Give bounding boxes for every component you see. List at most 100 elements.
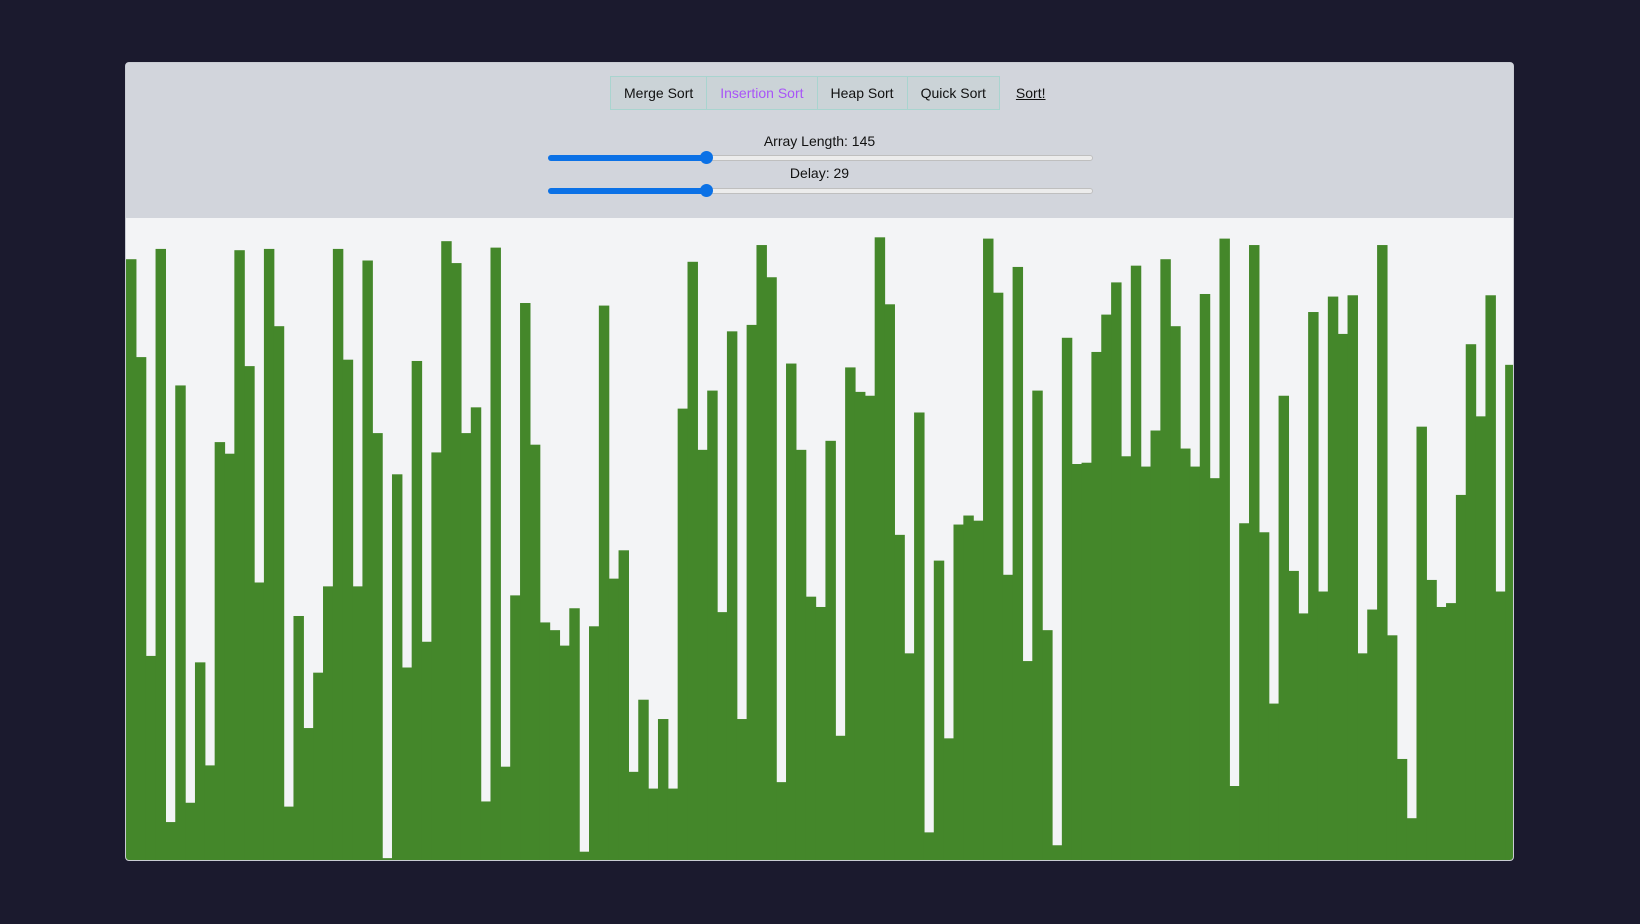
bar (933, 560, 945, 860)
bar (707, 390, 718, 860)
bar (825, 440, 836, 860)
bar (1071, 464, 1083, 860)
bar (1209, 478, 1221, 860)
bar (795, 449, 807, 860)
bar (431, 452, 442, 860)
bar (1239, 523, 1250, 860)
bar (717, 612, 728, 860)
bar (470, 407, 482, 860)
bar (569, 608, 580, 860)
bar (854, 391, 866, 860)
bar (667, 788, 679, 860)
bar (1317, 591, 1329, 860)
bar (421, 641, 432, 860)
bar (579, 851, 590, 860)
quick-sort-button[interactable]: Quick Sort (906, 76, 1000, 110)
delay-slider[interactable] (548, 184, 1093, 197)
bar (1446, 603, 1457, 860)
bar (1180, 448, 1191, 860)
bar (648, 788, 659, 860)
heap-sort-button[interactable]: Heap Sort (816, 76, 908, 110)
bar (726, 331, 738, 860)
bar (1386, 635, 1398, 860)
bar (549, 630, 561, 860)
bar (1101, 314, 1112, 860)
bar (1042, 630, 1053, 860)
bar (983, 238, 994, 860)
bar (598, 305, 610, 860)
bar (263, 248, 275, 860)
bar (953, 524, 964, 860)
array-length-slider-thumb[interactable] (700, 151, 714, 164)
bar (776, 782, 787, 860)
sort-button[interactable]: Sort! (1016, 85, 1046, 101)
bar (1426, 579, 1437, 860)
bar (864, 395, 876, 860)
bar (293, 615, 304, 860)
array-length-slider[interactable] (548, 151, 1093, 164)
bar (1150, 430, 1161, 860)
bar (1337, 333, 1349, 860)
bar (401, 667, 413, 860)
bar (835, 735, 846, 860)
bar (874, 237, 886, 860)
delay-label: Delay: 29 (789, 165, 850, 181)
bar (539, 622, 551, 860)
bar (175, 385, 186, 860)
bar (185, 802, 196, 860)
bar (441, 241, 452, 860)
bar (1052, 845, 1063, 860)
bar (697, 449, 708, 860)
bar (1347, 295, 1358, 860)
bar (1002, 574, 1014, 860)
delay-slider-thumb[interactable] (700, 184, 714, 197)
bar (510, 595, 521, 860)
bar (1199, 293, 1211, 860)
bar (1298, 613, 1309, 860)
bars-visualization (126, 218, 1513, 860)
bar (194, 662, 206, 860)
bar (904, 653, 915, 860)
bar (914, 412, 925, 860)
bar (1268, 703, 1280, 860)
bar (687, 261, 698, 860)
bar (638, 699, 649, 860)
bar (618, 550, 629, 860)
algorithm-toolbar: Merge Sort Insertion Sort Heap Sort Quic… (610, 76, 1046, 110)
bar (943, 738, 955, 860)
bar (1357, 653, 1368, 860)
bar (1012, 266, 1024, 860)
bar (411, 360, 423, 860)
bar (657, 719, 669, 860)
bar (1120, 456, 1132, 860)
bar (1258, 532, 1270, 860)
bar (1475, 416, 1487, 860)
bar (1485, 295, 1496, 860)
bar (155, 248, 166, 860)
bar (1140, 466, 1152, 860)
bar (1278, 395, 1290, 860)
bar (1406, 818, 1418, 860)
bar (589, 626, 600, 860)
bar (234, 250, 245, 860)
bar (529, 444, 541, 860)
bar (992, 292, 1004, 860)
bar (1495, 591, 1506, 860)
bar (1288, 570, 1299, 860)
merge-sort-button[interactable]: Merge Sort (610, 76, 708, 110)
bar (559, 645, 570, 860)
bar (1032, 390, 1043, 860)
bar (1377, 245, 1388, 860)
bar (204, 765, 216, 860)
bar (273, 326, 285, 860)
bar (460, 433, 472, 860)
array-length-label: Array Length: 145 (763, 133, 876, 149)
bar (1061, 337, 1073, 860)
bar (1455, 494, 1467, 860)
insertion-sort-button[interactable]: Insertion Sort (706, 76, 818, 110)
bar (608, 578, 620, 860)
bar (362, 260, 373, 860)
bar (1249, 245, 1260, 860)
bar (628, 771, 639, 860)
bar (1327, 296, 1339, 860)
